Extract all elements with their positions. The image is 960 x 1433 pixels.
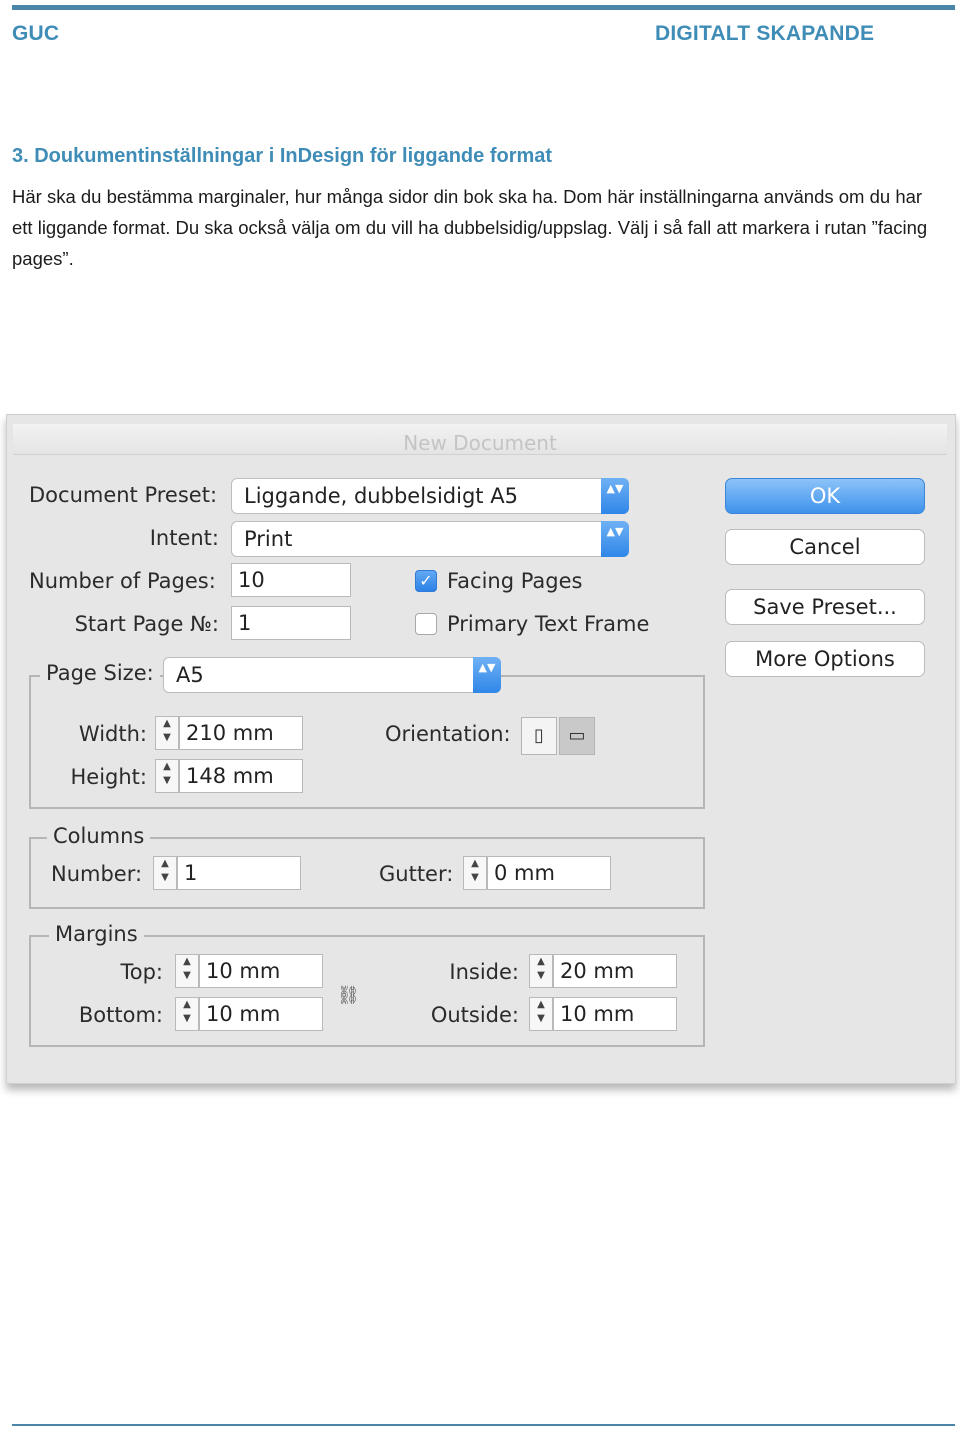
cancel-button[interactable]: Cancel xyxy=(725,529,925,565)
preset-label: Document Preset: xyxy=(29,483,218,507)
bottom-margin-stepper[interactable]: ▲ ▼ xyxy=(175,997,199,1031)
facing-pages-label: Facing Pages xyxy=(447,569,583,593)
outside-margin-stepper[interactable]: ▲ ▼ xyxy=(529,997,553,1031)
columns-number-field[interactable]: 1 xyxy=(177,856,301,890)
columns-number-stepper[interactable]: ▲ ▼ xyxy=(153,856,177,890)
bottom-rule xyxy=(12,1424,955,1426)
facing-pages-checkbox[interactable]: ✓ xyxy=(415,570,437,592)
height-stepper[interactable]: ▲ ▼ xyxy=(155,759,179,793)
top-margin-label: Top: xyxy=(120,960,163,984)
width-field[interactable]: 210 mm xyxy=(179,716,303,750)
gutter-field[interactable]: 0 mm xyxy=(487,856,611,890)
start-page-label: Start Page №: xyxy=(74,612,219,636)
popup-arrows-icon: ▲▼ xyxy=(601,478,629,514)
height-field[interactable]: 148 mm xyxy=(179,759,303,793)
intent-label: Intent: xyxy=(149,526,219,550)
inside-margin-stepper[interactable]: ▲ ▼ xyxy=(529,954,553,988)
preset-value: Liggande, dubbelsidigt A5 xyxy=(244,484,518,508)
intent-popup[interactable]: Print ▲▼ xyxy=(231,521,629,557)
section-body: Här ska du bestämma marginaler, hur mång… xyxy=(12,186,928,269)
gutter-label: Gutter: xyxy=(379,862,454,886)
bottom-margin-field[interactable]: 10 mm xyxy=(199,997,323,1031)
gutter-stepper[interactable]: ▲ ▼ xyxy=(463,856,487,890)
page-size-value: A5 xyxy=(176,663,204,687)
outside-margin-label: Outside: xyxy=(430,1003,519,1027)
width-label: Width: xyxy=(78,722,147,746)
dialog-title: New Document xyxy=(403,431,557,455)
section-title: 3. Doukumentinställningar i InDesign för… xyxy=(12,145,553,167)
page-size-popup[interactable]: A5 ▲▼ xyxy=(163,657,501,693)
save-preset-button[interactable]: Save Preset... xyxy=(725,589,925,625)
portrait-orientation-icon[interactable]: ▯ xyxy=(521,717,557,755)
width-stepper[interactable]: ▲ ▼ xyxy=(155,716,179,750)
intent-value: Print xyxy=(244,527,293,551)
top-margin-field[interactable]: 10 mm xyxy=(199,954,323,988)
new-document-dialog: New Document Document Preset: Liggande, … xyxy=(6,414,956,1084)
orientation-label: Orientation: xyxy=(385,722,511,746)
num-pages-label: Number of Pages: xyxy=(29,569,216,593)
popup-arrows-icon: ▲▼ xyxy=(601,521,629,557)
columns-label: Columns xyxy=(47,824,151,848)
primary-text-frame-label: Primary Text Frame xyxy=(447,612,650,636)
margins-label: Margins xyxy=(49,922,144,946)
dialog-titlebar: New Document xyxy=(13,424,947,455)
landscape-orientation-icon[interactable]: ▭ xyxy=(559,717,595,755)
num-pages-field[interactable]: 10 xyxy=(231,563,351,597)
top-margin-stepper[interactable]: ▲ ▼ xyxy=(175,954,199,988)
height-label: Height: xyxy=(70,765,148,789)
primary-text-frame-checkbox[interactable] xyxy=(415,613,437,635)
page-size-label: Page Size: xyxy=(40,661,160,685)
inside-margin-field[interactable]: 20 mm xyxy=(553,954,677,988)
columns-number-label: Number: xyxy=(51,862,143,886)
top-rule xyxy=(12,5,955,10)
popup-arrows-icon: ▲▼ xyxy=(473,657,501,693)
more-options-button[interactable]: More Options xyxy=(725,641,925,677)
outside-margin-field[interactable]: 10 mm xyxy=(553,997,677,1031)
header-left: GUC xyxy=(12,22,60,45)
ok-button[interactable]: OK xyxy=(725,478,925,514)
bottom-margin-label: Bottom: xyxy=(78,1003,163,1027)
preset-popup[interactable]: Liggande, dubbelsidigt A5 ▲▼ xyxy=(231,478,629,514)
inside-margin-label: Inside: xyxy=(449,960,519,984)
start-page-field[interactable]: 1 xyxy=(231,606,351,640)
chain-link-icon[interactable]: ⛓ xyxy=(337,985,360,1006)
header-right: DIGITALT SKAPANDE xyxy=(655,22,875,45)
